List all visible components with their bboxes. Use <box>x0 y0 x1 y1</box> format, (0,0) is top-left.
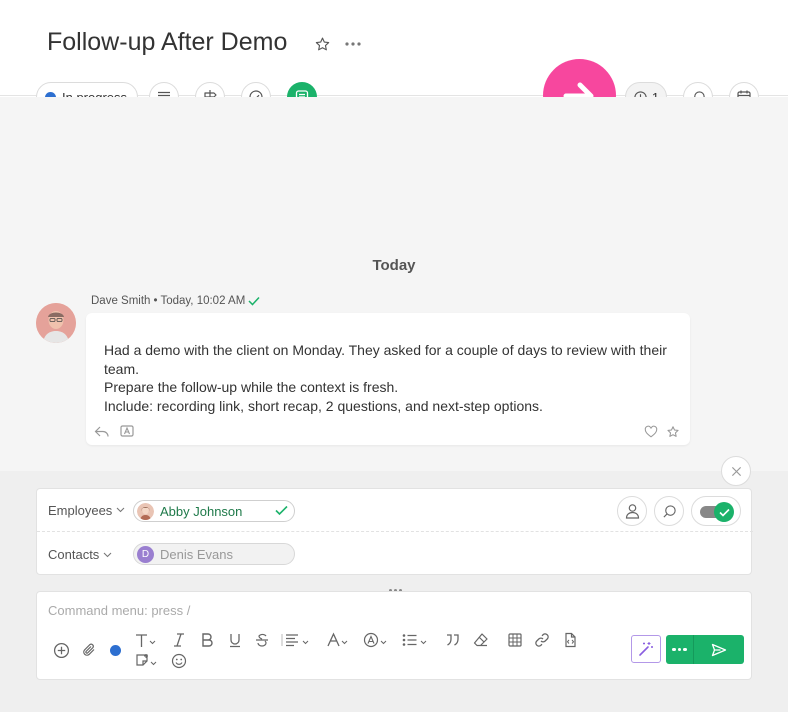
bold-icon[interactable] <box>197 630 217 650</box>
employees-selector[interactable]: Employees <box>48 503 125 518</box>
like-heart-icon[interactable] <box>644 425 658 438</box>
attach-paperclip-icon[interactable] <box>79 640 99 660</box>
meta-separator: • <box>153 295 158 307</box>
contacts-selector[interactable]: Contacts <box>48 547 112 562</box>
emoji-smile-icon[interactable] <box>169 651 189 671</box>
contact-chip[interactable]: D Denis Evans <box>133 543 295 565</box>
avatar[interactable] <box>36 303 76 343</box>
favorite-star-icon[interactable] <box>312 34 332 54</box>
italic-icon[interactable] <box>169 630 189 650</box>
list-icon[interactable] <box>401 630 431 650</box>
contacts-label: Contacts <box>48 547 100 562</box>
color-dot-icon <box>109 644 121 656</box>
chevron-down-icon <box>103 552 112 557</box>
employee-chip[interactable]: Abby Johnson <box>133 500 295 522</box>
search-icon <box>662 504 676 518</box>
contacts-row: Contacts D Denis Evans <box>37 533 753 576</box>
page-title: Follow-up After Demo <box>47 28 288 56</box>
recipients-panel: Employees Abby Johnson Contacts D Denis … <box>36 488 753 576</box>
message-time: Today, 10:02 AM <box>160 295 246 307</box>
quote-icon[interactable] <box>443 630 463 650</box>
send-options-button[interactable] <box>666 635 694 664</box>
message-line: Had a demo with the client on Monday. Th… <box>104 342 671 377</box>
send-paper-plane-icon <box>711 643 727 656</box>
chat-feed[interactable]: Today Dave Smith • Today, 10:02 AM Had a… <box>0 97 788 471</box>
translate-icon[interactable] <box>120 425 136 439</box>
date-separator: Today <box>372 257 416 274</box>
message-line: Prepare the follow-up while the context … <box>104 379 399 396</box>
assign-user-button[interactable] <box>617 496 647 526</box>
ai-assistant-button[interactable] <box>631 635 661 663</box>
align-icon[interactable] <box>279 630 315 650</box>
recipient-search-button[interactable] <box>654 496 684 526</box>
avatar <box>137 502 154 520</box>
chevron-down-icon <box>116 507 125 513</box>
code-file-icon[interactable] <box>560 630 580 650</box>
add-icon[interactable] <box>51 640 71 660</box>
employee-name: Abby Johnson <box>160 503 243 519</box>
command-input[interactable] <box>48 603 648 618</box>
clear-format-eraser-icon[interactable] <box>471 630 491 650</box>
employees-row: Employees Abby Johnson <box>37 489 753 532</box>
message-text: Had a demo with the client on Monday. Th… <box>104 341 684 416</box>
delivered-check-icon <box>248 296 260 306</box>
close-composer-button[interactable] <box>721 456 751 486</box>
message-bubble: Had a demo with the client on Monday. Th… <box>86 313 690 445</box>
magic-wand-icon <box>639 642 653 656</box>
text-size-icon[interactable] <box>133 630 161 650</box>
employees-label: Employees <box>48 502 113 518</box>
favorite-star-icon[interactable] <box>666 425 680 439</box>
message-editor <box>36 591 752 680</box>
message-line: Include: recording link, short recap, 2 … <box>104 398 543 415</box>
notify-toggle[interactable] <box>691 496 741 526</box>
highlight-icon[interactable] <box>363 630 391 650</box>
check-icon <box>275 505 288 516</box>
underline-icon[interactable] <box>225 630 245 650</box>
reply-icon[interactable] <box>94 425 110 439</box>
task-header: Follow-up After Demo In progress 1 <box>0 0 788 112</box>
send-group <box>666 635 744 664</box>
font-icon[interactable] <box>326 630 352 650</box>
message-author[interactable]: Dave Smith <box>91 295 150 307</box>
user-icon <box>625 504 639 519</box>
contact-avatar: D <box>137 545 154 563</box>
table-icon[interactable] <box>505 630 525 650</box>
message-meta: Dave Smith • Today, 10:02 AM <box>91 295 260 307</box>
sticker-icon[interactable] <box>135 651 161 671</box>
send-button[interactable] <box>694 635 744 664</box>
close-icon <box>731 466 741 476</box>
contact-name: Denis Evans <box>160 546 233 562</box>
more-options-icon[interactable] <box>343 34 363 54</box>
text-color-picker[interactable] <box>105 640 125 660</box>
toggle-check-icon <box>714 502 734 522</box>
link-icon[interactable] <box>532 630 552 650</box>
strikethrough-icon[interactable] <box>252 630 272 650</box>
